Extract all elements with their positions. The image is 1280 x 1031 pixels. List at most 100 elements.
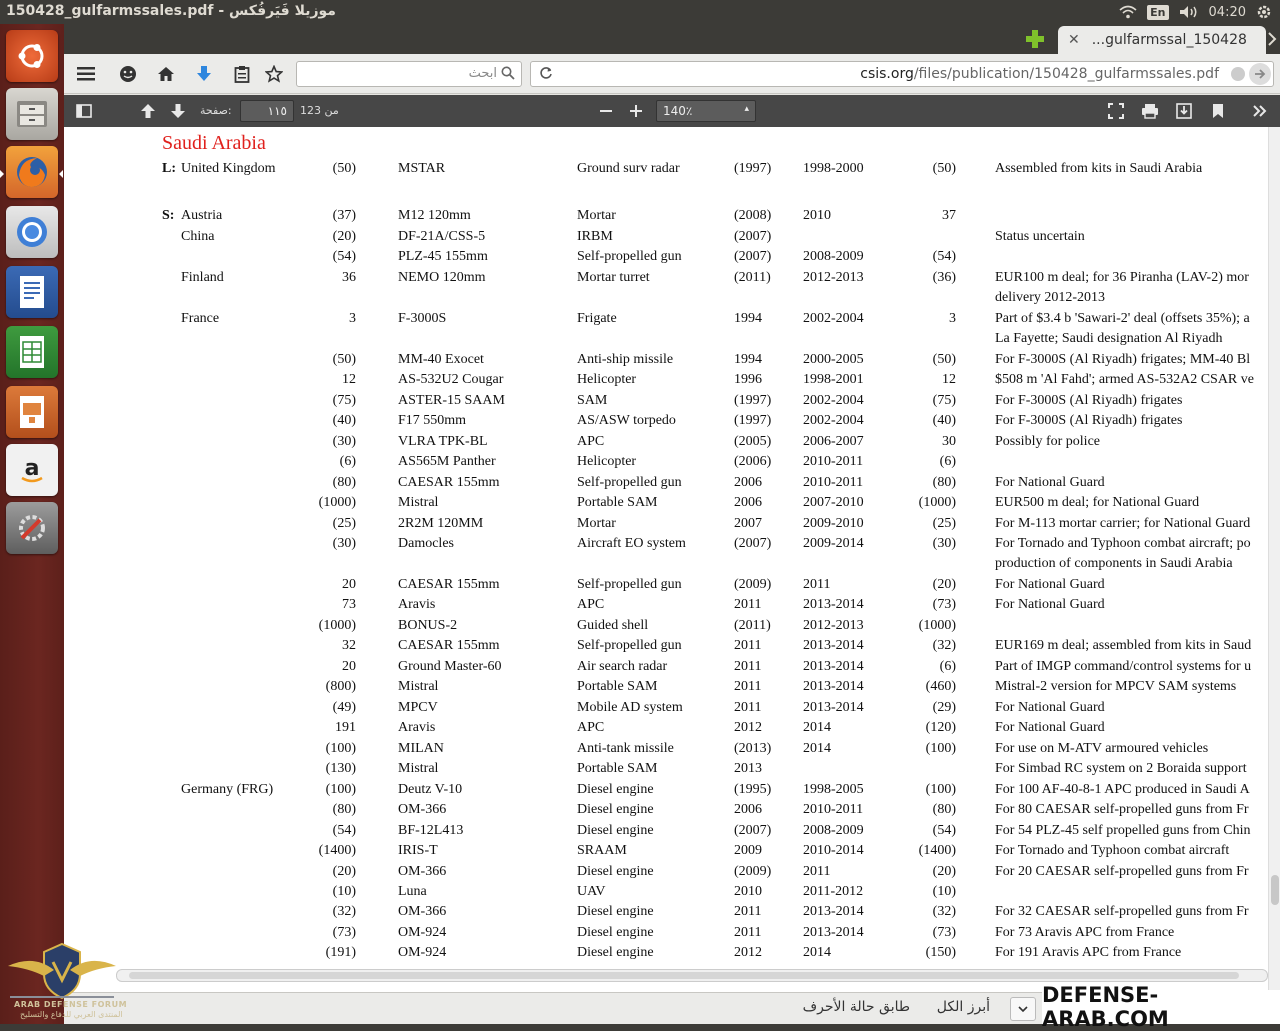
table-row: 20 Ground Master-60 Air search radar 2011 20… [64, 659, 1280, 679]
menu-button[interactable] [76, 64, 96, 84]
zoom-out-button[interactable] [596, 101, 616, 121]
tracking-shield-icon[interactable] [1231, 67, 1245, 81]
wifi-icon[interactable] [1119, 5, 1137, 19]
horizontal-scrollbar[interactable] [116, 969, 1268, 982]
pdf-viewport[interactable]: Saudi Arabia L: United Kingdom (50) MSTAR Gr… [64, 127, 1280, 992]
find-options-dropdown[interactable] [1010, 997, 1036, 1021]
cell-delyears: 2013-2014 [803, 638, 864, 654]
cell-comments: For 73 Aravis APC from France [995, 924, 1175, 940]
highlight-all-button[interactable]: أبرز الكل [937, 999, 990, 1015]
home-button[interactable] [156, 64, 176, 84]
download-arrow-icon [197, 66, 211, 81]
next-page-button[interactable] [168, 101, 188, 121]
arrow-up-icon [141, 104, 155, 118]
firefox-launcher[interactable] [6, 146, 58, 198]
vertical-scrollbar[interactable] [1268, 127, 1280, 992]
chat-button[interactable] [118, 64, 138, 84]
session-gear-icon[interactable] [1256, 4, 1272, 20]
libreoffice-writer-launcher[interactable] [6, 266, 58, 318]
cell-delivered: 37 [942, 208, 956, 224]
chevron-right-icon [1268, 32, 1277, 46]
bookmark-star-button[interactable] [264, 64, 284, 84]
cell-ordered: (20) [332, 863, 356, 879]
cell-ordered: 20 [342, 576, 356, 592]
tab-close-icon[interactable]: ✕ [1068, 32, 1080, 48]
cell-year: (2007) [734, 228, 772, 244]
vertical-scroll-thumb[interactable] [1271, 875, 1279, 905]
download-button[interactable] [1174, 101, 1194, 121]
cell-comments: For use on M-ATV armoured vehicles [995, 740, 1209, 756]
cell-delivered: (6) [939, 454, 956, 470]
tab-active[interactable]: ✕ ...gulfarmssal_150428 [1058, 26, 1266, 54]
hamburger-icon [77, 67, 95, 81]
table-row: La Fayette; Saudi designation Al Riyadh [64, 331, 1280, 351]
cell-designation: OM-924 [398, 945, 447, 961]
cell-designation: DF-21A/CSS-5 [398, 228, 486, 244]
cell-delyears: 1998-2001 [803, 372, 864, 388]
cell-desc: Helicopter [577, 454, 637, 470]
cell-desc: Diesel engine [577, 863, 654, 879]
cell-ordered: 32 [342, 638, 356, 654]
bookmark-view-button[interactable] [1208, 101, 1228, 121]
go-arrow-button[interactable] [1249, 63, 1271, 85]
clock[interactable]: 04:20 [1209, 5, 1246, 20]
cell-comments: For 191 Aravis APC from France [995, 945, 1182, 961]
cell-desc: Mobile AD system [577, 699, 683, 715]
cell-designation: M12 120mm [398, 208, 471, 224]
cell-ordered: (100) [325, 781, 356, 797]
cell-delyears: 2013-2014 [803, 924, 864, 940]
url-bar[interactable]: csis.org/files/publication/150428_gulfar… [530, 61, 1274, 87]
reading-list-button[interactable] [232, 64, 252, 84]
page-number-input[interactable]: ١١٥ [240, 100, 294, 122]
cell-delivered: (30) [932, 535, 956, 551]
page-count: من 123 [300, 104, 339, 117]
libreoffice-calc-launcher[interactable] [6, 326, 58, 378]
chromium-launcher[interactable] [6, 206, 58, 258]
toggle-sidebar-button[interactable] [74, 101, 94, 121]
table-row: Finland 36 NEMO 120mm Mortar turret (2011) 20… [64, 270, 1280, 290]
tab-list-scroll-button[interactable] [1266, 30, 1280, 48]
cell-ordered: (37) [332, 208, 356, 224]
table-row: 191 Aravis APC 2012 2014 (120) For National Gu… [64, 720, 1280, 740]
previous-page-button[interactable] [138, 101, 158, 121]
cell-ordered: (20) [332, 228, 356, 244]
amazon-launcher[interactable]: a [6, 444, 58, 496]
cell-year: 2006 [734, 802, 762, 818]
ubuntu-dash-button[interactable] [6, 30, 58, 82]
volume-icon[interactable] [1179, 5, 1199, 19]
search-input[interactable]: ابحث [296, 61, 522, 87]
cell-ordered: (50) [332, 161, 356, 176]
presentation-mode-button[interactable] [1106, 101, 1126, 121]
libreoffice-impress-launcher[interactable] [6, 386, 58, 438]
cell-delyears: 2006-2007 [803, 433, 864, 449]
downloads-button[interactable] [194, 64, 214, 84]
tools-button[interactable] [1250, 101, 1270, 121]
zoom-select[interactable]: 140٪ ▴ [656, 100, 756, 122]
fullscreen-icon [1108, 103, 1124, 119]
cell-comments: Part of $3.4 b 'Sawari-2' deal (offsets … [995, 310, 1250, 326]
match-case-button[interactable]: طابق حالة الأحرف [803, 999, 910, 1015]
cell-comments: For F-3000S (Al Riyadh) frigates [995, 413, 1183, 429]
svg-text:a: a [25, 456, 40, 481]
reload-icon[interactable] [539, 66, 553, 84]
cell-designation: Aravis [398, 597, 436, 613]
cell-designation: Luna [398, 883, 427, 899]
cell-desc: Anti-tank missile [577, 740, 674, 756]
cell-designation: BONUS-2 [398, 617, 458, 633]
table-row: (40) F17 550mm AS/ASW torpedo (1997) 2002-20… [64, 413, 1280, 433]
system-settings-launcher[interactable] [6, 502, 58, 554]
cell-comments: For National Guard [995, 699, 1105, 715]
new-tab-button[interactable] [1026, 30, 1044, 48]
horizontal-scroll-thumb[interactable] [129, 972, 1239, 979]
zoom-in-button[interactable] [626, 101, 646, 121]
files-launcher[interactable] [6, 88, 58, 140]
cell-designation: MSTAR [398, 161, 446, 176]
print-button[interactable] [1140, 101, 1160, 121]
plus-icon [1026, 30, 1044, 48]
cell-ordered: (49) [332, 699, 356, 715]
cell-delivered: (20) [932, 576, 956, 592]
cell-ordered: (54) [332, 822, 356, 838]
table-row: (25) 2R2M 120MM Mortar 2007 2009-2010 (25) For… [64, 516, 1280, 536]
cell-designation: CAESAR 155mm [398, 474, 500, 490]
keyboard-language-indicator[interactable]: En [1147, 4, 1169, 20]
